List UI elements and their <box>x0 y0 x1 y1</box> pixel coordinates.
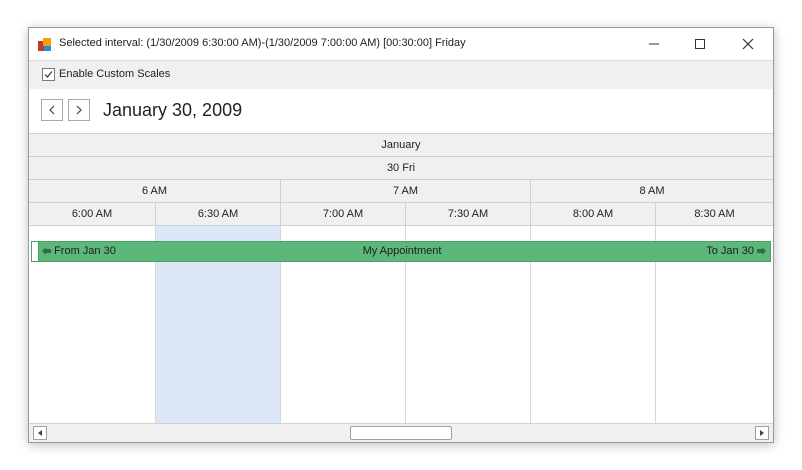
triangle-left-icon <box>38 430 42 436</box>
scroll-right-button[interactable] <box>755 426 769 440</box>
slot-header: 8:00 AM <box>531 203 656 225</box>
chevron-left-icon <box>49 105 55 115</box>
minimize-button[interactable] <box>631 28 677 60</box>
appointment-to-indicator: To Jan 30 <box>706 245 766 257</box>
date-caption: January 30, 2009 <box>103 100 243 120</box>
scheduler-window: Selected interval: (1/30/2009 6:30:00 AM… <box>28 27 774 443</box>
hour-header: 6 AM <box>29 180 281 202</box>
slot-header: 6:30 AM <box>156 203 281 225</box>
day-header: 30 Fri <box>386 162 416 174</box>
close-icon <box>742 38 754 50</box>
day-header-row: 30 Fri <box>29 157 773 180</box>
appointment-bar[interactable]: My Appointment From Jan 30 To Jan 30 <box>31 241 771 262</box>
close-button[interactable] <box>725 28 771 60</box>
month-header: January <box>381 139 421 151</box>
scroll-left-button[interactable] <box>33 426 47 440</box>
timeline-grid: My Appointment From Jan 30 To Jan 30 <box>29 226 773 423</box>
appointment-from-label: From Jan 30 <box>54 245 116 257</box>
maximize-button[interactable] <box>677 28 723 60</box>
app-logo-icon <box>38 38 52 51</box>
slot-header-row: 6:00 AM 6:30 AM 7:00 AM 7:30 AM 8:00 AM … <box>29 203 773 226</box>
slot-header: 7:30 AM <box>406 203 531 225</box>
horizontal-scrollbar[interactable] <box>29 423 773 442</box>
appointment-to-label: To Jan 30 <box>706 245 754 257</box>
minimize-icon <box>649 43 659 45</box>
chevron-right-icon <box>76 105 82 115</box>
triangle-right-icon <box>760 430 764 436</box>
appointment-subject: My Appointment <box>362 245 442 257</box>
slot-header: 8:30 AM <box>694 208 735 220</box>
arrow-left-icon <box>42 247 51 256</box>
month-header-row: January <box>29 134 773 157</box>
hour-header-row: 6 AM 7 AM 8 AM <box>29 180 773 203</box>
scrollbar-thumb[interactable] <box>350 426 452 440</box>
previous-date-button[interactable] <box>41 99 63 121</box>
slot-header: 6:00 AM <box>29 203 156 225</box>
hour-header: 8 AM <box>639 185 665 197</box>
window-title: Selected interval: (1/30/2009 6:30:00 AM… <box>59 37 466 49</box>
checkmark-icon <box>44 71 53 78</box>
next-date-button[interactable] <box>68 99 90 121</box>
options-toolbar: Enable Custom Scales <box>29 60 773 90</box>
hour-header: 7 AM <box>281 180 531 202</box>
slot-header: 7:00 AM <box>281 203 406 225</box>
arrow-right-icon <box>757 247 766 256</box>
enable-custom-scales-label[interactable]: Enable Custom Scales <box>59 68 170 80</box>
appointment-from-indicator: From Jan 30 <box>42 245 116 257</box>
maximize-icon <box>695 39 705 49</box>
enable-custom-scales-checkbox[interactable] <box>42 68 55 81</box>
title-bar: Selected interval: (1/30/2009 6:30:00 AM… <box>29 28 773 60</box>
date-navigation-bar: January 30, 2009 <box>29 89 773 134</box>
